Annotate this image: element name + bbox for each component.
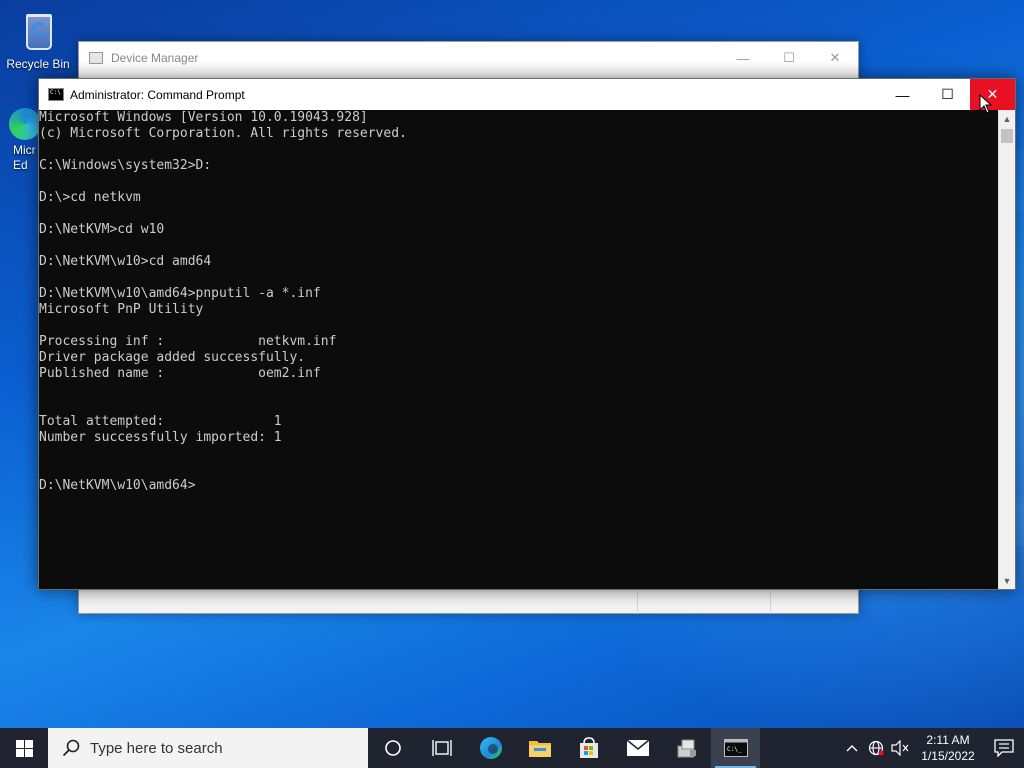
desktop-icon-label: Recycle Bin [6,57,70,71]
statusbar-divider [770,590,771,614]
console-line: Processing inf : netkvm.inf [39,334,337,349]
console-line: Number successfully imported: 1 [39,430,282,445]
minimize-icon: — [736,50,750,66]
console-line: Total attempted: 1 [39,414,282,429]
maximize-button[interactable]: ☐ [766,42,812,74]
console-line: (c) Microsoft Corporation. All rights re… [39,126,407,141]
search-icon [62,739,80,757]
recycle-bin-icon [18,8,58,54]
device-manager-statusbar [79,589,858,614]
network-button[interactable] [864,728,888,768]
console-line: D:\NetKVM\w10\amd64>pnputil -a *.inf [39,286,321,301]
device-manager-title: Device Manager [111,51,199,65]
command-prompt-icon: C:\_ [723,739,748,757]
store-icon [579,737,598,758]
console-line: Microsoft PnP Utility [39,302,204,317]
device-manager-titlebar[interactable]: Device Manager — ☐ ✕ [79,42,858,74]
device-manager-icon [677,739,696,758]
search-placeholder: Type here to search [90,739,223,757]
svg-text:C:\_: C:\_ [727,746,742,753]
start-button[interactable] [0,728,48,768]
clock[interactable]: 2:11 AM 1/15/2022 [912,732,984,764]
desktop-icon-label: Micr Ed [13,143,36,172]
scroll-down-arrow-icon[interactable]: ▼ [999,572,1015,589]
timeline-icon [431,740,452,756]
system-tray: 2:11 AM 1/15/2022 [840,728,1024,768]
console-line: Microsoft Windows [Version 10.0.19043.92… [39,110,368,125]
taskbar-store[interactable] [564,728,613,768]
action-center-button[interactable] [984,728,1024,768]
show-hidden-icons-button[interactable] [840,728,864,768]
console-output[interactable]: Microsoft Windows [Version 10.0.19043.92… [39,110,999,589]
minimize-button[interactable]: — [720,42,766,74]
console-line: D:\NetKVM>cd w10 [39,222,165,237]
file-explorer-icon [528,741,551,757]
taskbar-timeline[interactable] [417,728,466,768]
console-line: C:\Windows\system32>D: [39,158,212,173]
taskbar-mail[interactable] [613,728,662,768]
console-line: D:\NetKVM\w10>cd amd64 [39,254,212,269]
clock-date: 1/15/2022 [921,749,975,763]
console-line: D:\>cd netkvm [39,190,141,205]
console-line: Driver package added successfully. [39,350,306,365]
globe-icon [868,740,884,756]
taskbar-device-manager[interactable] [662,728,711,768]
statusbar-divider [637,590,638,614]
minimize-icon: — [895,86,910,103]
scrollbar-thumb[interactable] [1001,129,1013,143]
maximize-icon: ☐ [783,50,795,65]
edge-icon [479,737,502,759]
maximize-button[interactable]: ☐ [925,79,970,110]
edge-icon [9,108,41,140]
desktop-icon-edge[interactable]: Micr Ed [3,108,43,173]
volume-button[interactable] [888,728,912,768]
vertical-scrollbar[interactable]: ▲ ▼ [998,110,1015,589]
notification-icon [994,739,1014,757]
command-prompt-title: Administrator: Command Prompt [70,87,245,102]
command-prompt-window[interactable]: Administrator: Command Prompt — ☐ ✕ Micr… [38,78,1016,590]
taskbar-file-explorer[interactable] [515,728,564,768]
desktop-icon-recycle-bin[interactable]: Recycle Bin [3,8,73,71]
minimize-button[interactable]: — [880,79,925,110]
speaker-muted-icon [891,740,909,756]
scroll-up-arrow-icon[interactable]: ▲ [999,110,1015,127]
task-view-icon [384,740,401,756]
chevron-up-icon [846,745,858,752]
mail-icon [626,739,649,756]
clock-time: 2:11 AM [926,733,970,747]
mouse-pointer-icon [979,94,993,114]
maximize-icon: ☐ [941,86,954,102]
close-icon: ✕ [829,50,841,65]
taskbar-edge[interactable] [466,728,515,768]
taskbar-search-box[interactable]: Type here to search [48,728,368,768]
console-line: Published name : oem2.inf [39,366,321,381]
console-line: D:\NetKVM\w10\amd64> [39,478,196,493]
command-prompt-titlebar[interactable]: Administrator: Command Prompt — ☐ ✕ [39,79,1015,110]
taskbar: Type here to search C:\_ 2:11 AM 1/15/20… [0,728,1024,768]
device-manager-icon [89,52,103,64]
close-button[interactable]: ✕ [812,42,858,74]
taskbar-task-view[interactable] [368,728,417,768]
command-prompt-icon [48,88,64,101]
taskbar-command-prompt[interactable]: C:\_ [711,728,760,768]
windows-logo-icon [15,739,33,757]
